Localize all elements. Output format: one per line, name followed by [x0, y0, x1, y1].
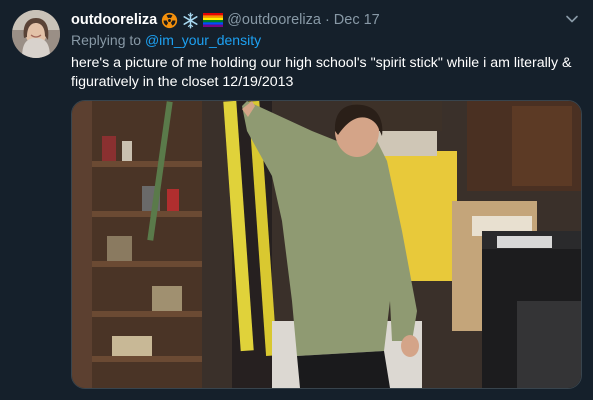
rainbow-flag-icon	[203, 13, 224, 27]
tweet-text: here's a picture of me holding our high …	[71, 55, 572, 90]
tweet-card: outdooreliza @outdooreliza · Dec 17 Repl…	[0, 0, 593, 400]
replying-prefix: Replying to	[71, 32, 142, 48]
photo-image	[72, 101, 581, 388]
radioactive-icon	[161, 12, 178, 29]
reply-mention-link[interactable]: @im_your_density	[145, 32, 261, 48]
tweet-date[interactable]: Dec 17	[334, 12, 380, 28]
display-name[interactable]: outdooreliza	[71, 12, 157, 28]
tweet-header: outdooreliza @outdooreliza · Dec 17	[71, 10, 563, 30]
chevron-down-icon[interactable]	[565, 12, 579, 26]
snowflake-icon	[182, 12, 199, 29]
tweet-photo[interactable]	[71, 100, 582, 389]
replying-to: Replying to @im_your_density	[71, 32, 261, 48]
avatar[interactable]	[12, 10, 60, 58]
user-handle[interactable]: @outdooreliza	[227, 12, 321, 28]
separator-dot: ·	[324, 12, 330, 28]
